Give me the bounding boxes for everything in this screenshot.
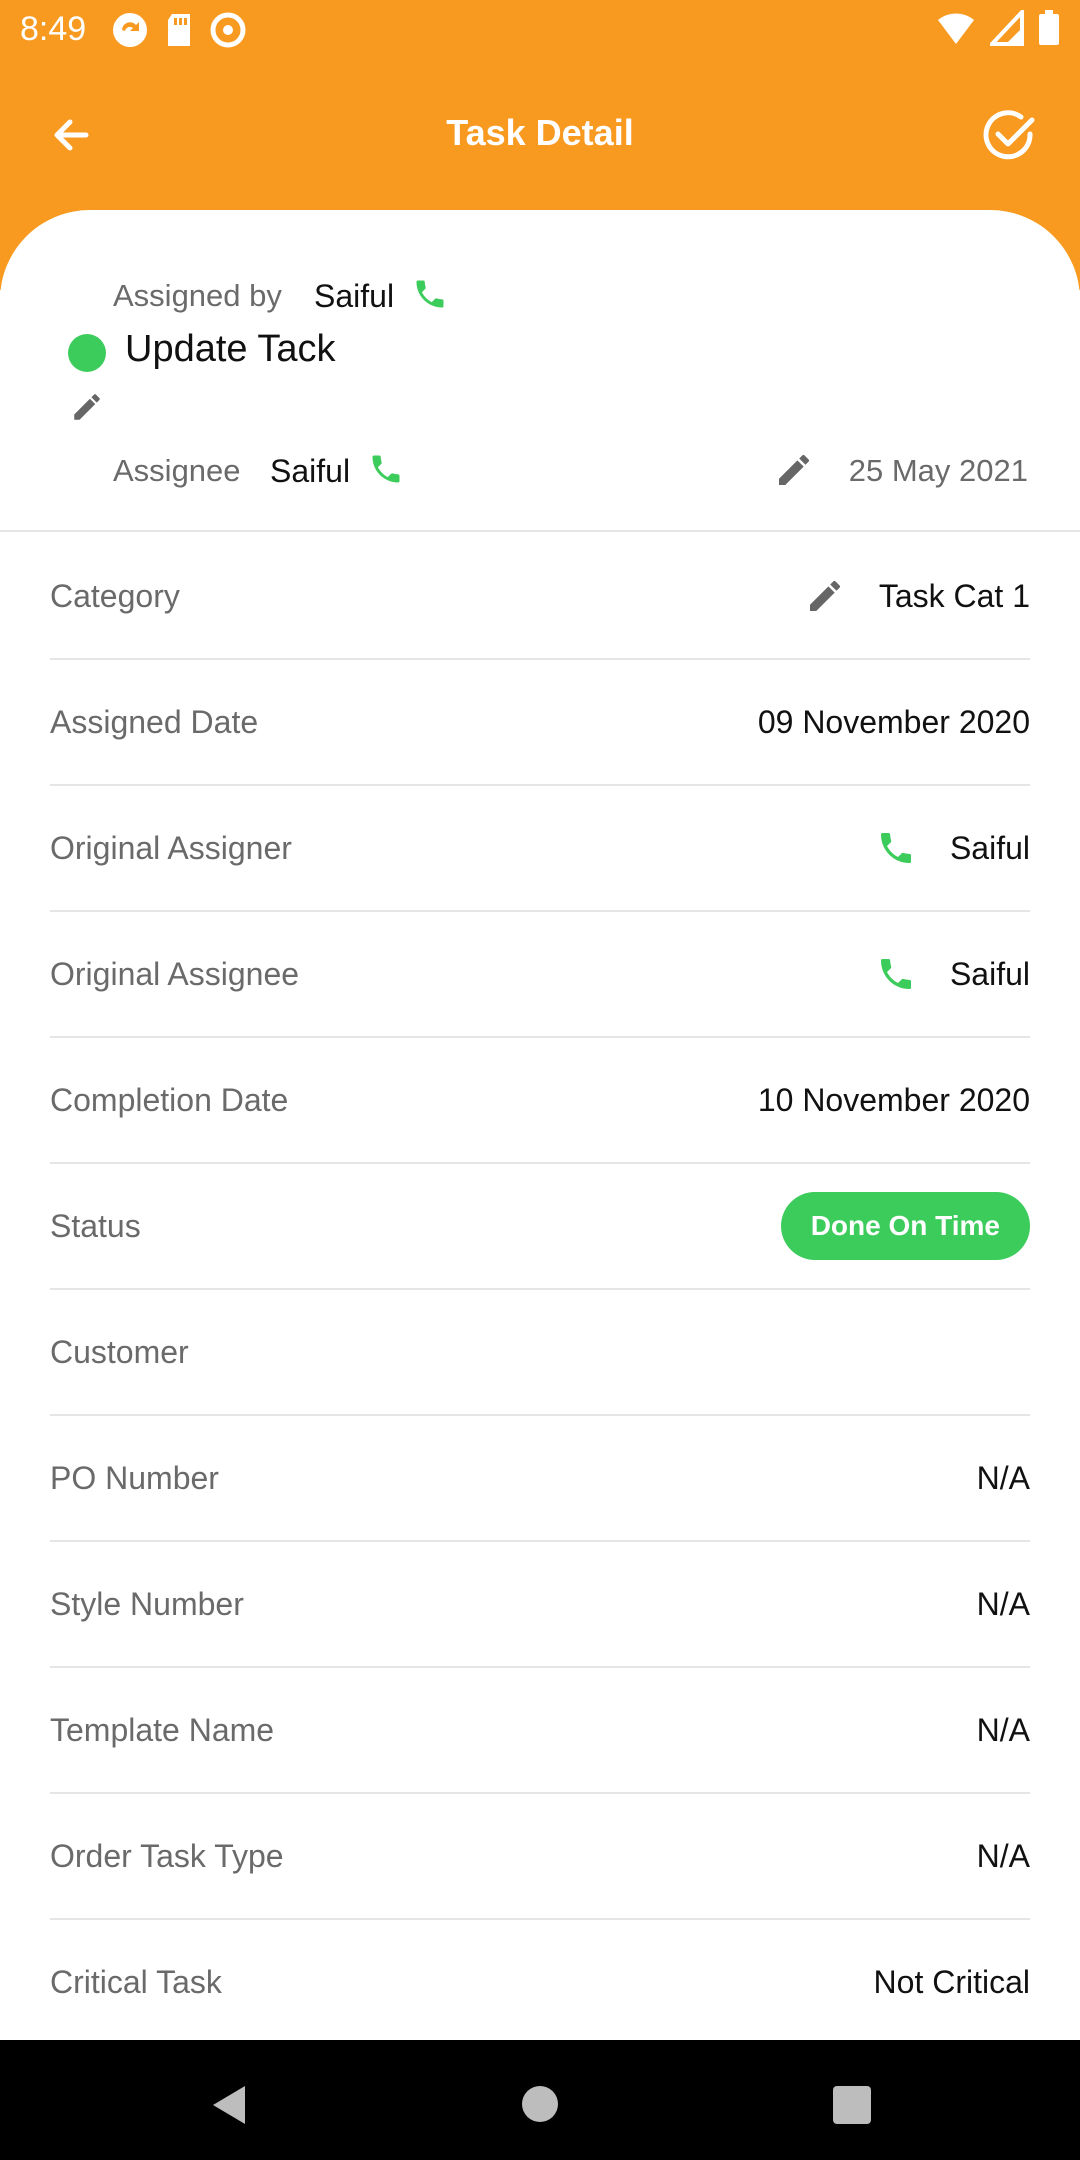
wifi-icon <box>938 13 974 44</box>
row-label: Category <box>50 577 180 614</box>
template-name-value: N/A <box>976 1711 1030 1748</box>
due-date: 25 May 2021 <box>848 453 1028 488</box>
detail-row-po-number: PO Number N/A <box>50 1416 1030 1542</box>
nav-home-icon[interactable] <box>522 2086 558 2122</box>
critical-task-value: Not Critical <box>873 1963 1030 2000</box>
detail-row-status: Status Done On Time <box>50 1164 1030 1290</box>
battery-icon <box>1039 10 1059 45</box>
original-assigner-value: Saiful <box>949 829 1030 866</box>
row-label: Critical Task <box>50 1963 222 2000</box>
style-number-value: N/A <box>976 1585 1030 1622</box>
at-sign-icon <box>210 12 246 48</box>
status-badge: Done On Time <box>780 1192 1030 1260</box>
row-label: Template Name <box>50 1711 275 1748</box>
system-nav-bar <box>0 2040 1080 2160</box>
detail-row-customer: Customer <box>50 1290 1030 1416</box>
assignee-label: Assignee <box>113 453 241 488</box>
check-circle-icon[interactable] <box>980 106 1040 166</box>
cell-signal-icon <box>990 10 1024 46</box>
status-bar: 8:49 <box>0 0 1080 60</box>
sd-card-icon <box>168 14 190 46</box>
row-label: Style Number <box>50 1585 244 1622</box>
detail-row-original-assignee: Original Assignee Saiful <box>50 912 1030 1038</box>
app-bar: Task Detail <box>0 60 1080 210</box>
sync-icon <box>113 13 147 47</box>
status-left-icons <box>110 10 248 50</box>
row-label: Original Assigner <box>50 829 292 866</box>
row-value: Saiful <box>876 828 1030 868</box>
row-label: Original Assignee <box>50 955 300 992</box>
task-detail-list: Category Task Cat 1 Assigned Date 09 Nov… <box>50 534 1030 2044</box>
po-number-value: N/A <box>976 1459 1030 1496</box>
task-title: Update Tack <box>125 328 336 370</box>
order-task-type-value: N/A <box>976 1837 1030 1874</box>
detail-row-order-task-type: Order Task Type N/A <box>50 1794 1030 1920</box>
row-value: Task Cat 1 <box>805 576 1030 616</box>
assigned-by-name: Saiful <box>314 278 395 314</box>
page-title: Task Detail <box>446 112 634 153</box>
nav-recents-icon[interactable] <box>833 2086 871 2124</box>
row-label: Completion Date <box>50 1081 289 1118</box>
detail-row-template-name: Template Name N/A <box>50 1668 1030 1794</box>
row-label: Assigned Date <box>50 703 259 740</box>
category-value: Task Cat 1 <box>878 577 1030 614</box>
pencil-icon[interactable] <box>805 576 845 616</box>
detail-row-original-assigner: Original Assigner Saiful <box>50 786 1030 912</box>
assignee-name: Saiful <box>270 453 351 489</box>
phone-icon[interactable] <box>412 276 448 312</box>
pencil-icon[interactable] <box>70 390 104 424</box>
phone-icon[interactable] <box>876 954 916 994</box>
row-label: Customer <box>50 1333 189 1370</box>
phone-icon[interactable] <box>368 451 404 487</box>
task-header-card: Assigned by Saiful Update Tack Assignee … <box>0 210 1080 532</box>
row-label: Status <box>50 1207 141 1244</box>
task-status-dot <box>68 334 106 372</box>
detail-row-completion-date: Completion Date 10 November 2020 <box>50 1038 1030 1164</box>
detail-row-category: Category Task Cat 1 <box>50 534 1030 660</box>
pencil-icon[interactable] <box>774 450 814 490</box>
detail-row-assigned-date: Assigned Date 09 November 2020 <box>50 660 1030 786</box>
assigned-date-value: 09 November 2020 <box>757 703 1030 740</box>
status-right-icons <box>936 10 1060 46</box>
phone-icon[interactable] <box>876 828 916 868</box>
completion-date-value: 10 November 2020 <box>757 1081 1030 1118</box>
status-time: 8:49 <box>20 10 87 48</box>
nav-back-icon[interactable] <box>205 2080 255 2130</box>
row-label: Order Task Type <box>50 1837 284 1874</box>
row-value: Saiful <box>876 954 1030 994</box>
assigned-by-label: Assigned by <box>113 278 282 313</box>
row-label: PO Number <box>50 1459 219 1496</box>
original-assignee-value: Saiful <box>949 955 1030 992</box>
detail-row-style-number: Style Number N/A <box>50 1542 1030 1668</box>
detail-row-critical-task: Critical Task Not Critical <box>50 1920 1030 2044</box>
